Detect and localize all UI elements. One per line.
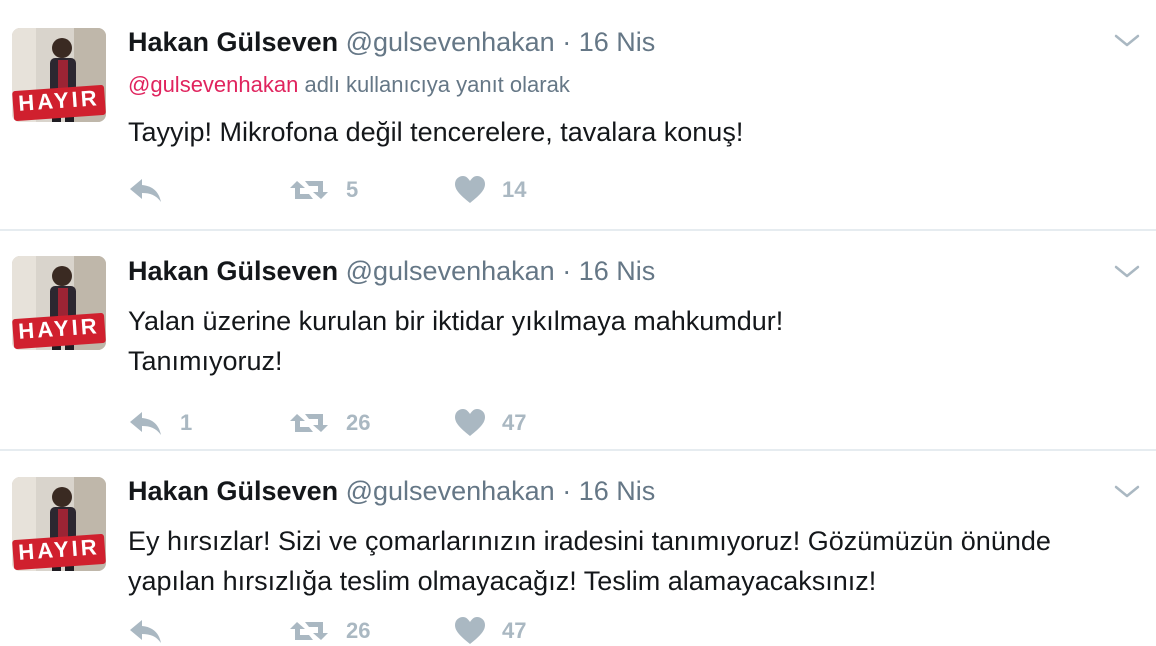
reply-button[interactable]: 1: [128, 405, 192, 441]
like-button[interactable]: 47: [454, 405, 526, 441]
like-count: 47: [502, 618, 527, 643]
tweet-timestamp[interactable]: 16 Nis: [579, 256, 656, 286]
retweet-button[interactable]: 5: [288, 172, 358, 208]
tweet-actions: 26 47: [128, 613, 628, 646]
reply-count: 1: [180, 410, 193, 435]
avatar[interactable]: HAYIR: [12, 28, 106, 122]
tweet-text-line: Tanımıyoruz!: [128, 346, 283, 376]
retweet-count: 5: [346, 177, 359, 202]
like-button[interactable]: 14: [454, 172, 526, 208]
tweet-text: Ey hırsızlar! Sizi ve çomarlarınızın ira…: [128, 521, 1128, 601]
tweet-timestamp[interactable]: 16 Nis: [579, 27, 656, 57]
retweet-button[interactable]: 26: [288, 405, 370, 441]
reply-icon: [128, 408, 164, 438]
retweet-icon: [288, 408, 330, 438]
tweet-header: Hakan Gülseven @gulsevenhakan · 16 Nis: [128, 24, 655, 60]
reply-context-label: adlı kullanıcıya yanıt olarak: [298, 72, 570, 97]
like-count: 14: [502, 177, 527, 202]
reply-icon: [128, 616, 164, 646]
tweet-text-line: yapılan hırsızlığa teslim olmayacağız! T…: [128, 566, 877, 596]
tweet[interactable]: HAYIR Hakan Gülseven @gulsevenhakan · 16…: [0, 451, 1156, 646]
tweet-text-line: Tayyip! Mikrofona değil tencerelere, tav…: [128, 117, 744, 147]
tweet-header: Hakan Gülseven @gulsevenhakan · 16 Nis: [128, 253, 655, 289]
tweet-text: Tayyip! Mikrofona değil tencerelere, tav…: [128, 112, 1128, 152]
heart-icon: [454, 408, 486, 438]
reply-mention-link[interactable]: @gulsevenhakan: [128, 72, 298, 97]
tweet-actions: 5 14: [128, 172, 628, 208]
avatar[interactable]: HAYIR: [12, 256, 106, 350]
tweet-text-line: Yalan üzerine kurulan bir iktidar yıkılm…: [128, 306, 784, 336]
tweet[interactable]: HAYIR Hakan Gülseven @gulsevenhakan · 16…: [0, 231, 1156, 451]
tweet-text-line: Ey hırsızlar! Sizi ve çomarlarınızın ira…: [128, 526, 1051, 556]
retweet-count: 26: [346, 410, 371, 435]
reply-icon: [128, 175, 164, 205]
tweet-actions: 1 26 47: [128, 405, 628, 441]
heart-icon: [454, 616, 486, 646]
chevron-down-icon[interactable]: [1114, 261, 1140, 281]
retweet-icon: [288, 175, 330, 205]
user-handle[interactable]: @gulsevenhakan: [346, 476, 555, 506]
reply-button[interactable]: [128, 613, 180, 646]
header-separator: ·: [562, 27, 572, 57]
tweet[interactable]: HAYIR Hakan Gülseven @gulsevenhakan · 16…: [0, 0, 1156, 231]
like-button[interactable]: 47: [454, 613, 526, 646]
tweet-text: Yalan üzerine kurulan bir iktidar yıkılm…: [128, 301, 1128, 381]
user-fullname[interactable]: Hakan Gülseven: [128, 256, 338, 286]
retweet-count: 26: [346, 618, 371, 643]
tweet-header: Hakan Gülseven @gulsevenhakan · 16 Nis: [128, 473, 655, 509]
user-fullname[interactable]: Hakan Gülseven: [128, 27, 338, 57]
tweet-timestamp[interactable]: 16 Nis: [579, 476, 656, 506]
user-handle[interactable]: @gulsevenhakan: [346, 27, 555, 57]
like-count: 47: [502, 410, 527, 435]
user-handle[interactable]: @gulsevenhakan: [346, 256, 555, 286]
retweet-button[interactable]: 26: [288, 613, 370, 646]
chevron-down-icon[interactable]: [1114, 30, 1140, 50]
user-fullname[interactable]: Hakan Gülseven: [128, 476, 338, 506]
retweet-icon: [288, 616, 330, 646]
chevron-down-icon[interactable]: [1114, 481, 1140, 501]
reply-context: @gulsevenhakan adlı kullanıcıya yanıt ol…: [128, 70, 570, 100]
avatar[interactable]: HAYIR: [12, 477, 106, 571]
header-separator: ·: [562, 476, 572, 506]
header-separator: ·: [562, 256, 572, 286]
reply-button[interactable]: [128, 172, 180, 208]
timeline: HAYIR Hakan Gülseven @gulsevenhakan · 16…: [0, 0, 1156, 646]
heart-icon: [454, 175, 486, 205]
